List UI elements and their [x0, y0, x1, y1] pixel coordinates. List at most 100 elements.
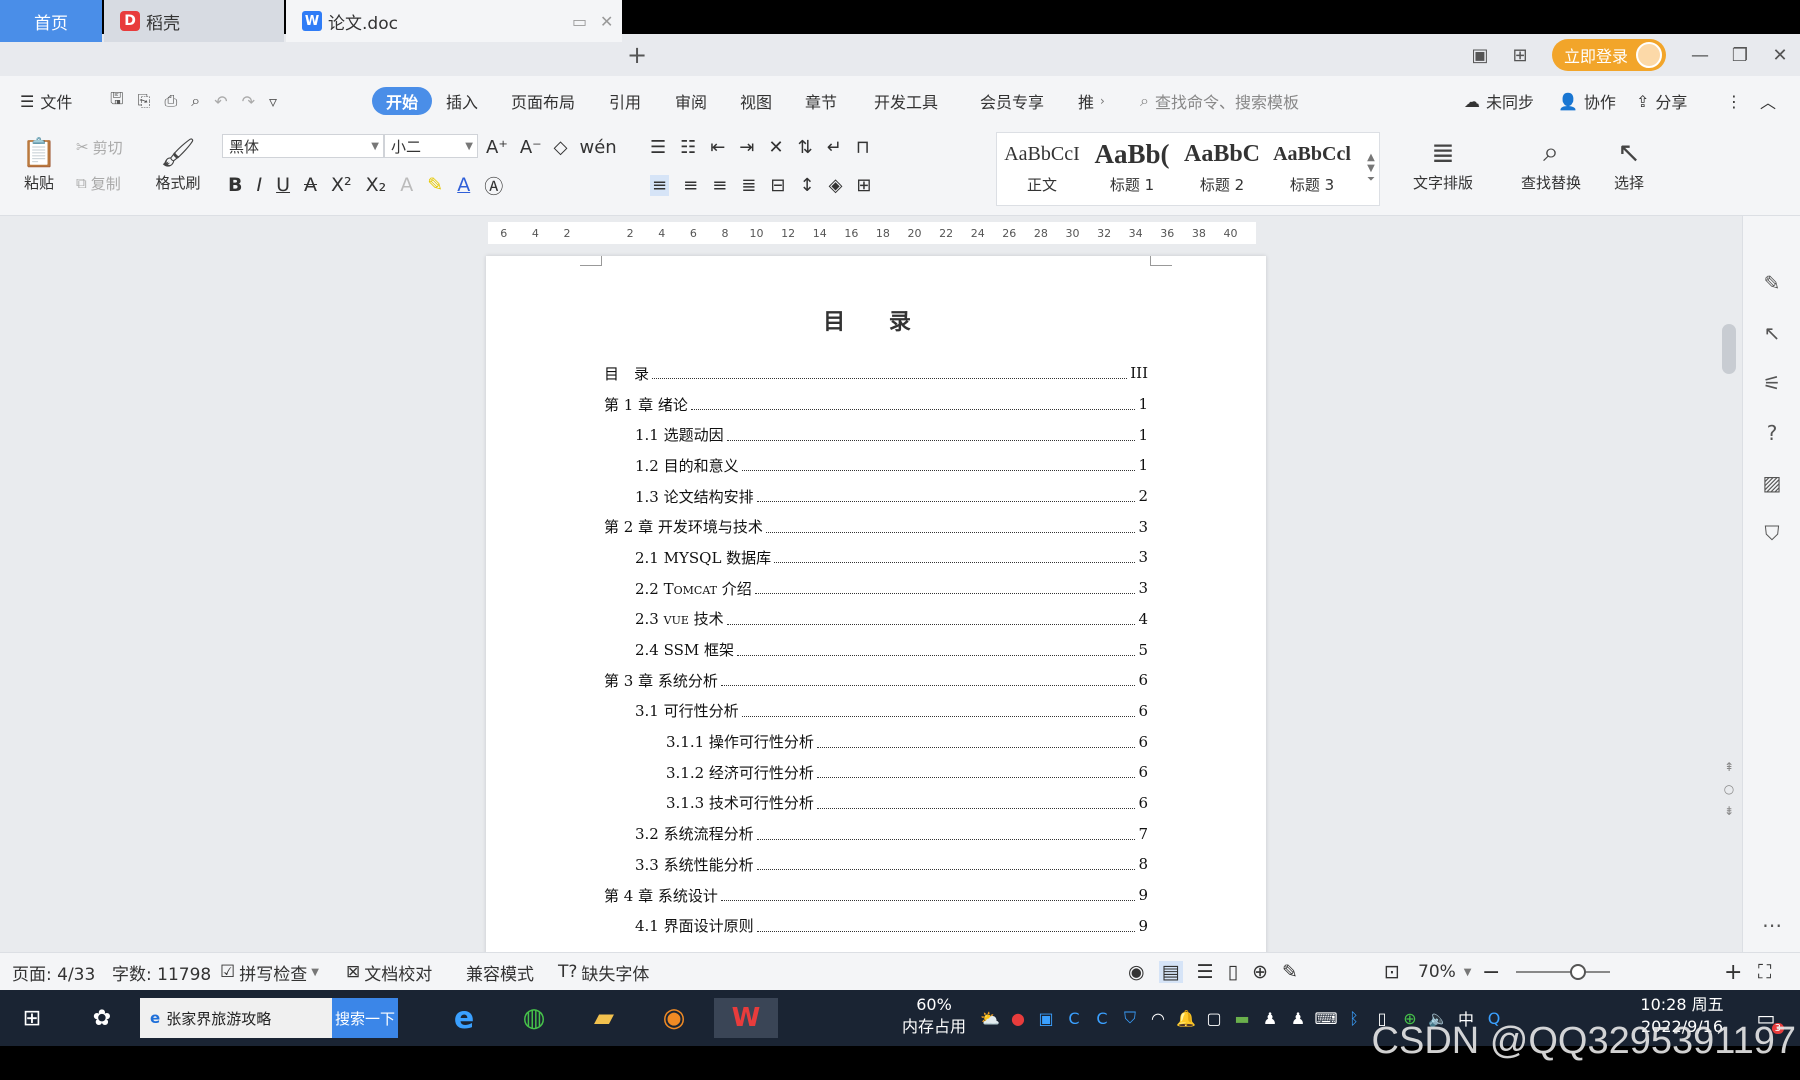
taskbar-search-input[interactable]: e 张家界旅游攻略 [140, 998, 332, 1038]
spell-check-button[interactable]: ☑ 拼写检查 ▼ [220, 953, 319, 991]
toc-entry[interactable]: 第 1 章 绪论 1 [604, 389, 1148, 420]
toc-entry[interactable]: 3.1.1 操作可行性分析 6 [604, 726, 1148, 757]
print-preview-icon[interactable]: ⌕ [191, 91, 200, 111]
zoom-slider-track[interactable] [1516, 971, 1610, 973]
taskbar-search-button[interactable]: 搜索一下 [332, 998, 398, 1038]
superscript-icon[interactable]: X² [331, 174, 352, 196]
zoom-level-select[interactable]: 70% ▼ [1418, 953, 1472, 991]
notification-bell-icon[interactable]: 🔔 [1172, 1009, 1200, 1028]
toc-entry[interactable]: 第 3 章 系统分析 6 [604, 665, 1148, 696]
paste-button[interactable]: 📋 粘贴 [16, 132, 62, 193]
file-menu[interactable]: ☰ 文件 [20, 76, 72, 126]
qq-icon-2[interactable]: ♟ [1284, 1009, 1312, 1028]
share-button[interactable]: ⇪ 分享 [1636, 76, 1687, 126]
document-workspace[interactable]: 6 4 2 2 4 6 8 10 12 14 16 18 20 22 24 26… [0, 216, 1742, 952]
tab-references[interactable]: 引用 [609, 76, 641, 126]
tab-start[interactable]: 开始 [372, 87, 433, 115]
wifi-icon[interactable]: ◠ [1144, 1009, 1172, 1028]
decrease-indent-icon[interactable]: ⇤ [710, 137, 725, 158]
font-size-select[interactable]: 小二 ▼ [384, 134, 478, 158]
sort-icon[interactable]: ⇅ [798, 137, 813, 158]
toc-entry[interactable]: 3.3 系统性能分析 8 [604, 849, 1148, 880]
more-dots-icon[interactable]: ⋯ [1757, 910, 1787, 940]
game-app-icon[interactable]: ◉ [654, 998, 694, 1038]
image-ai-icon[interactable]: ▨ [1757, 468, 1787, 498]
windows-start-icon[interactable]: ⊞ [12, 998, 52, 1038]
text-layout-button[interactable]: ≣ 文字排版 [1400, 132, 1486, 193]
proofread-button[interactable]: ⊠ 文档校对 [346, 953, 432, 991]
zoom-in-icon[interactable]: + [1724, 953, 1742, 991]
bluetooth-icon[interactable]: ᛒ [1340, 1009, 1368, 1028]
redo-icon[interactable]: ↷ [242, 92, 255, 111]
toc-entry[interactable]: 目 录 III [604, 358, 1148, 389]
align-right-icon[interactable]: ≡ [712, 175, 727, 196]
align-left-icon[interactable]: ≡ [650, 174, 670, 196]
tab-home[interactable]: 首页 [0, 0, 102, 42]
eye-protect-icon[interactable]: ◉ [1128, 961, 1145, 983]
grid-apps-icon[interactable]: ⊞ [1500, 45, 1540, 66]
pen-edit-icon[interactable]: ✎ [1757, 268, 1787, 298]
toc-entry[interactable]: 3.2 系统流程分析 7 [604, 818, 1148, 849]
cut-button[interactable]: ✂ 剪切 [76, 134, 123, 160]
360-browser-icon[interactable]: ◍ [514, 998, 554, 1038]
shield-icon[interactable]: ⛉ [1757, 518, 1787, 548]
fit-page-icon[interactable]: ⊡ [1384, 953, 1400, 991]
underline-icon[interactable]: U [276, 174, 290, 196]
bullet-list-icon[interactable]: ☰ [650, 137, 666, 158]
pointer-icon[interactable]: ↖ [1757, 318, 1787, 348]
vertical-scrollbar[interactable]: ⇞ ○ ⇟ [1716, 216, 1742, 952]
tray-app-c2-icon[interactable]: C [1088, 1009, 1116, 1028]
ie-browser-icon[interactable]: e [444, 998, 484, 1038]
format-painter-button[interactable]: 🖌 格式刷 [150, 132, 206, 193]
tab-view[interactable]: 视图 [740, 76, 772, 126]
select-browse-icon[interactable]: ○ [1722, 778, 1736, 800]
toc-entry[interactable]: 2.2 Tomcat 介绍 3 [604, 573, 1148, 604]
next-page-icon[interactable]: ⇟ [1722, 800, 1736, 822]
outline-view-icon[interactable]: ☰ [1197, 961, 1214, 983]
distribute-icon[interactable]: ⊟ [770, 175, 785, 196]
tab-daoke[interactable]: D 稻壳 [104, 0, 284, 42]
file-explorer-icon[interactable]: ▰ [584, 998, 624, 1038]
web-view-icon[interactable]: ⊕ [1252, 961, 1268, 983]
toc-entry[interactable]: 4.1 界面设计原则 9 [604, 910, 1148, 941]
minimize-icon[interactable]: — [1680, 45, 1720, 66]
tab-chapter[interactable]: 章节 [805, 76, 837, 126]
login-button[interactable]: 立即登录 [1552, 39, 1666, 71]
zoom-slider-knob[interactable] [1570, 964, 1586, 980]
phonetic-guide-icon[interactable]: wén [580, 137, 617, 158]
tab-insert[interactable]: 插入 [446, 76, 478, 126]
grow-font-icon[interactable]: A⁺ [486, 137, 508, 158]
word-count[interactable]: 字数: 11798 [112, 953, 211, 991]
new-tab-plus-icon[interactable]: + [624, 34, 650, 76]
font-color-icon[interactable]: A [457, 174, 470, 196]
bold-icon[interactable]: B [228, 174, 242, 196]
security-shield-icon[interactable]: ⛉ [1116, 1008, 1144, 1028]
tray-app-c-icon[interactable]: C [1060, 1009, 1088, 1028]
prev-page-icon[interactable]: ⇞ [1722, 756, 1736, 778]
keyboard-icon[interactable]: ⌨ [1312, 1009, 1340, 1028]
text-effect-icon[interactable]: A [400, 174, 413, 196]
copy-button[interactable]: ⧉ 复制 [76, 170, 121, 196]
toc-entry[interactable]: 3.1.3 技术可行性分析 6 [604, 788, 1148, 819]
reading-view-icon[interactable]: ▯ [1228, 961, 1238, 983]
toc-entry[interactable]: 1.2 目的和意义 1 [604, 450, 1148, 481]
weather-icon[interactable]: ⛅ [976, 1009, 1004, 1028]
tab-more[interactable]: 推 › [1078, 76, 1105, 126]
strikethrough-icon[interactable]: A [304, 174, 317, 196]
tab-stops-icon[interactable]: ⊓ [856, 137, 870, 158]
clear-format-icon[interactable]: ◇ [554, 137, 568, 158]
chinese-layout-icon[interactable]: ✕ [768, 137, 783, 158]
highlight-icon[interactable]: ✎ [427, 174, 443, 196]
increase-indent-icon[interactable]: ⇥ [739, 137, 754, 158]
align-center-icon[interactable]: ≡ [683, 175, 698, 196]
nvidia-icon[interactable]: ▬ [1228, 1009, 1256, 1028]
close-window-icon[interactable]: ✕ [1760, 45, 1800, 66]
style-gallery-scroll[interactable]: ▲ ▼ ⏷ [1364, 134, 1378, 202]
customize-dropdown-icon[interactable]: ▿ [269, 92, 277, 111]
style-heading-2[interactable]: AaBbC 标题 2 [1178, 134, 1266, 204]
line-spacing-icon[interactable]: ↕ [799, 175, 814, 196]
char-border-icon[interactable]: Ⓐ [484, 172, 503, 199]
help-icon[interactable]: ? [1757, 418, 1787, 448]
command-search[interactable]: ⌕ 查找命令、搜索模板 [1140, 76, 1299, 126]
tray-app-red-icon[interactable]: ● [1004, 1009, 1032, 1028]
